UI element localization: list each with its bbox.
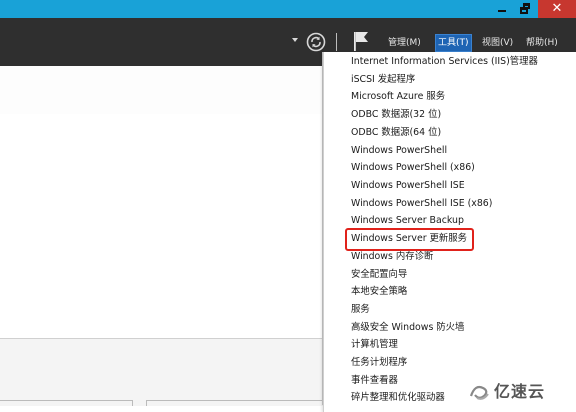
tools-menu-item-odbc64[interactable]: ODBC 数据源(64 位) [351,124,441,142]
highlight-box [345,228,474,251]
tools-menu-item-odbc32[interactable]: ODBC 数据源(32 位) [351,106,441,124]
tools-menu-item-iscsi[interactable]: iSCSI 发起程序 [351,71,415,89]
chevron-down-icon[interactable] [292,38,298,42]
tools-menu-item-azure[interactable]: Microsoft Azure 服务 [351,88,445,106]
tools-menu-item-firewall[interactable]: 高级安全 Windows 防火墙 [351,319,464,337]
tools-menu-item-services[interactable]: 服务 [351,301,370,319]
watermark-text: 亿速云 [494,382,546,401]
menu-help[interactable]: 帮助(H) [526,35,558,51]
refresh-icon[interactable] [306,32,326,52]
bottom-tile-left [0,400,133,406]
notification-flag-icon[interactable] [352,30,370,52]
toolbar-strip [0,66,330,115]
tools-menu-item-powershell-ise[interactable]: Windows PowerShell ISE [351,177,465,195]
bottom-tile-right [146,400,331,406]
watermark-logo-icon [469,385,489,400]
menu-tools[interactable]: 工具(T) [435,34,472,52]
menu-manage[interactable]: 管理(M) [388,35,421,51]
restore-icon-front [520,7,528,14]
tools-menu-item-powershell-x86[interactable]: Windows PowerShell (x86) [351,159,475,177]
close-button[interactable]: ✕ [538,0,576,18]
tools-menu-item-iis[interactable]: Internet Information Services (IIS)管理器 [351,53,538,71]
bottom-pane [0,338,330,406]
restore-button[interactable] [514,0,538,18]
tools-menu-item-local-security[interactable]: 本地安全策略 [351,283,407,301]
tools-menu-item-defrag[interactable]: 碎片整理和优化驱动器 [351,389,445,407]
close-icon: ✕ [551,1,563,16]
tools-menu-item-task-scheduler[interactable]: 任务计划程序 [351,354,407,372]
header-separator [336,33,337,51]
tools-menu-item-powershell-ise-x86[interactable]: Windows PowerShell ISE (x86) [351,195,492,213]
tools-menu-item-powershell[interactable]: Windows PowerShell [351,142,447,160]
tools-menu-item-event-viewer[interactable]: 事件查看器 [351,372,398,390]
menu-view[interactable]: 视图(V) [482,35,513,51]
tools-menu-item-security-config[interactable]: 安全配置向导 [351,266,407,284]
minimize-button[interactable] [490,0,514,18]
tools-menu-item-computer-management[interactable]: 计算机管理 [351,336,398,354]
main-content-pane [0,114,330,338]
